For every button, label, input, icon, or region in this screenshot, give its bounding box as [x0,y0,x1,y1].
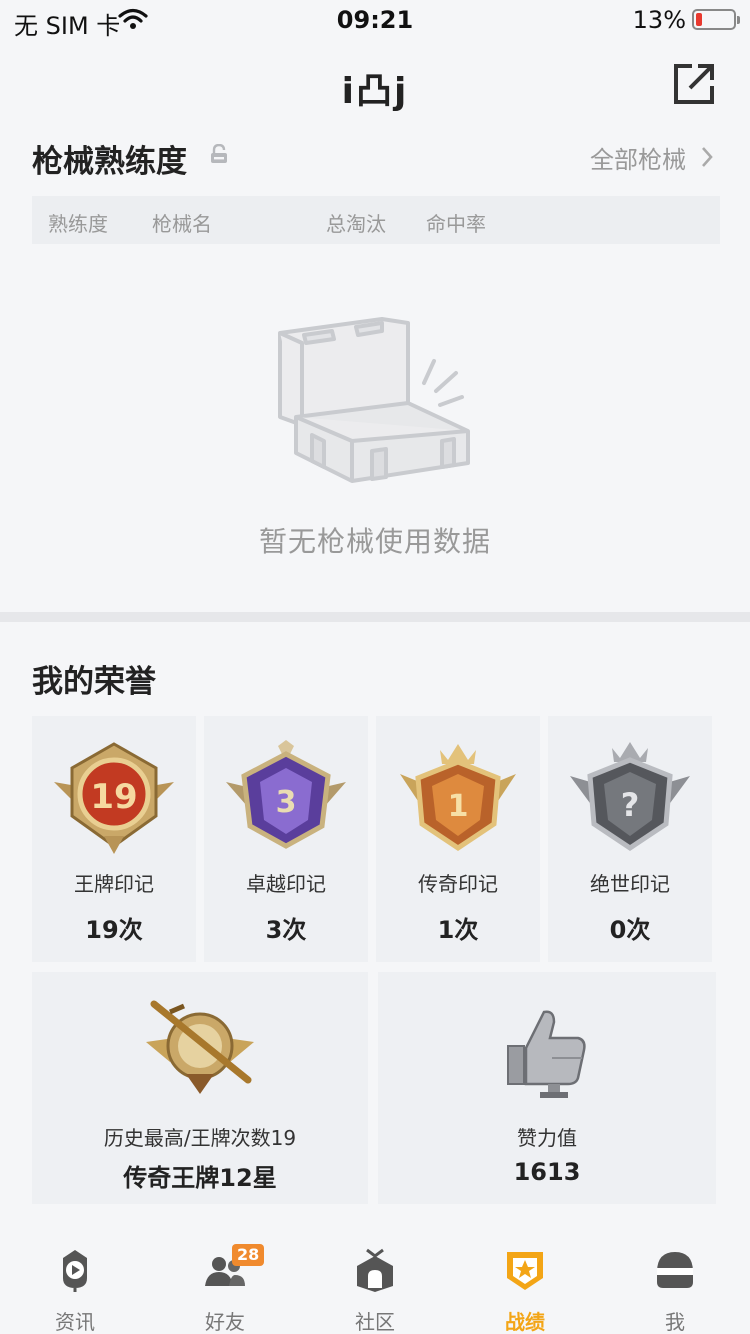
tab-label: 战绩 [505,1310,545,1334]
bottom-tab-bar: 资讯 28 好友 社区 战绩 我 [0,1234,750,1334]
thumbs-up-trophy-icon [504,1008,590,1102]
legend-emblem-icon: 1 [396,740,520,864]
badge-name: 王牌印记 [74,872,154,896]
status-bar: 无 SIM 卡 09:21 13% [0,0,750,40]
section-title: 我的荣誉 [32,664,156,700]
badge-count: 0次 [609,916,651,944]
emblem-number: ? [621,786,640,824]
battery-percent: 13% [632,6,686,34]
badge-count: 19次 [85,916,143,944]
tab-record[interactable]: 战绩 [450,1234,600,1334]
badge-name: 绝世印记 [590,872,670,896]
section-divider [0,612,750,622]
like-power-card[interactable]: 赞力值 1613 [378,972,716,1204]
tab-friends[interactable]: 28 好友 [150,1234,300,1334]
friends-count-badge: 28 [232,1244,265,1266]
badge-count: 3次 [265,916,307,944]
excellent-emblem-icon: 3 [224,740,348,864]
community-icon [357,1248,393,1292]
tab-label: 我 [665,1310,685,1334]
emblem-number: 19 [90,777,137,817]
all-weapons-link[interactable]: 全部枪械 [590,140,686,175]
badge-card-excellent[interactable]: 3 卓越印记 3次 [204,716,368,962]
badge-name: 卓越印记 [246,872,326,896]
peerless-emblem-icon: ? [568,740,692,864]
all-weapons-label: 全部枪械 [590,146,686,174]
badge-card-peerless[interactable]: ? 绝世印记 0次 [548,716,712,962]
page-header: i凸j [0,44,750,128]
chevron-right-icon[interactable] [700,146,714,172]
emblem-number: 3 [276,785,297,820]
tab-news[interactable]: 资讯 [0,1234,150,1334]
share-icon[interactable] [672,62,716,106]
highest-rank-value: 传奇王牌12星 [123,1164,277,1192]
empty-chest-icon [272,313,478,489]
tab-label: 好友 [205,1310,245,1334]
weapon-proficiency-section: 枪械熟练度 全部枪械 熟练度 枪械名 总淘汰 命中率 暂无枪械使用数据 [0,128,750,612]
badge-card-legend[interactable]: 1 传奇印记 1次 [376,716,540,962]
column-header: 熟练度 [48,212,108,236]
record-shield-icon [507,1252,543,1290]
helmet-icon [657,1252,693,1288]
column-header: 枪械名 [152,212,212,236]
empty-state-text: 暂无枪械使用数据 [258,525,491,558]
page-title: i凸j [341,71,409,112]
highest-rank-card[interactable]: 历史最高/王牌次数19 传奇王牌12星 [32,972,368,1204]
tab-label: 资讯 [55,1310,95,1334]
tab-community[interactable]: 社区 [300,1234,450,1334]
section-title: 枪械熟练度 [32,144,187,180]
badge-count: 1次 [437,916,479,944]
like-power-label: 赞力值 [517,1126,577,1150]
like-power-value: 1613 [513,1158,581,1186]
legend-ace-rifle-icon [140,998,260,1102]
column-header: 总淘汰 [326,212,386,236]
badge-name: 传奇印记 [418,872,498,896]
tab-label: 社区 [355,1310,395,1334]
emblem-number: 1 [448,789,469,824]
highest-rank-label: 历史最高/王牌次数19 [103,1126,297,1150]
battery-icon [692,9,740,30]
weapon-table-header: 熟练度 枪械名 总淘汰 命中率 [32,196,720,244]
tab-me[interactable]: 我 [600,1234,750,1334]
news-play-icon [63,1250,87,1292]
ace-emblem-icon: 19 [52,740,176,864]
column-header: 命中率 [426,212,486,236]
badge-card-ace[interactable]: 19 王牌印记 19次 [32,716,196,962]
honor-section: 我的荣誉 19 王牌印记 19次 3 卓越印记 3次 1 传奇印记 1次 ? 绝… [0,622,750,1222]
lock-icon [210,143,228,168]
